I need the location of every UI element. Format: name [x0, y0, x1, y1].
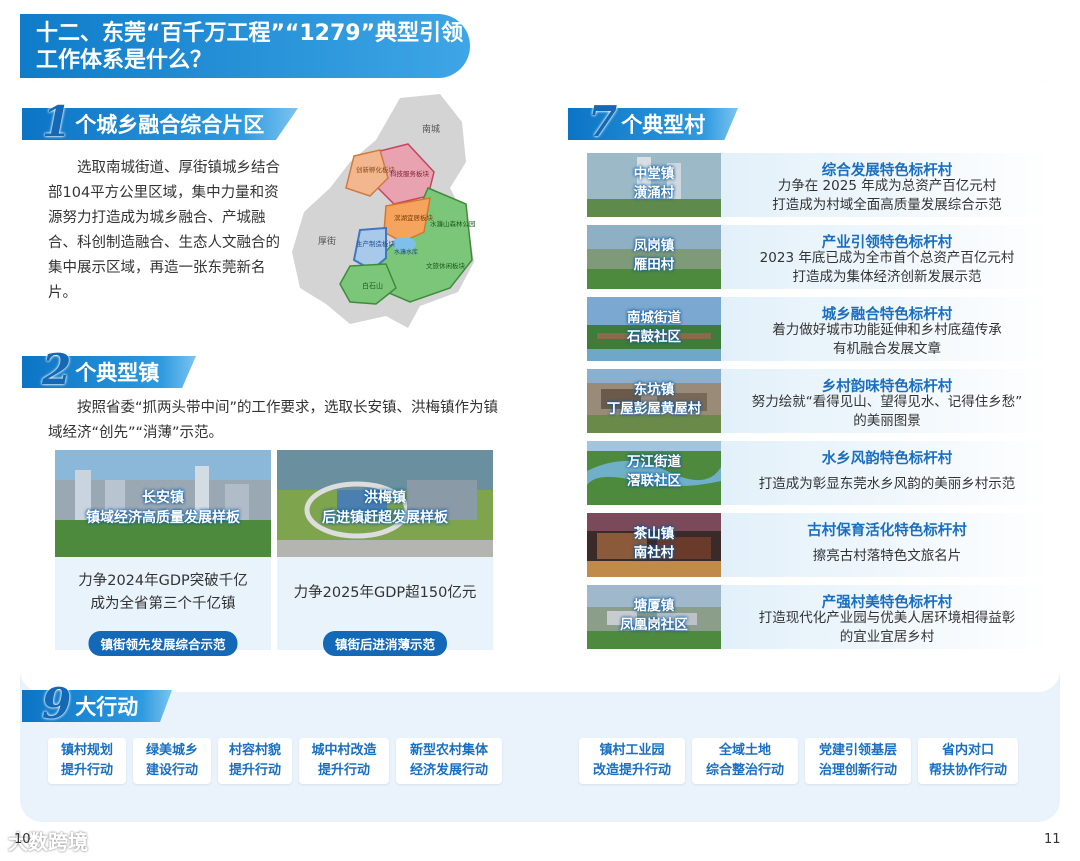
village-title: 水乡风韵特色标杆村: [821, 451, 953, 467]
section-9-title: 9 大行动: [22, 679, 172, 728]
section-1-text: 选取南城街道、厚街镇城乡结合部104平方公里区域，集中力量和资源努力打造成为城乡…: [48, 160, 280, 301]
town-name: 洪梅镇 后进镇赶超发展样板: [322, 490, 448, 526]
section-7-title: 7 个典型村: [568, 97, 738, 146]
village-description: 打造成为彰显东莞水乡风韵的美丽乡村示范: [758, 476, 1016, 492]
header-line-1: 十二、东莞“百千万工程”“1279”典型引领: [36, 21, 464, 46]
town-tag: 镇街领先发展综合示范: [88, 631, 238, 656]
map-label-zone-c: 滨湖宜居板块: [394, 213, 434, 222]
village-description: 努力绘就“看得见山、望得见水、记得住乡愁” 的美丽图景: [751, 394, 1023, 429]
section-9-label: 大行动: [75, 695, 139, 719]
map-label-zone-e: 生产制造板块: [356, 239, 396, 248]
section-1-number: 1: [42, 96, 72, 146]
section-9-number: 9: [42, 678, 72, 728]
village-name: 凤岗镇 雁田村: [633, 238, 675, 273]
village-description: 打造现代化产业园与优美人居环境相得益彰 的宜业宜居乡村: [758, 610, 1016, 645]
header-line-2: 工作体系是什么？: [36, 48, 213, 73]
action-card: 省内对口 帮扶协作行动: [918, 738, 1018, 784]
village-name: 东坑镇 丁屋彭屋黄屋村: [606, 382, 702, 417]
village-row: 凤岗镇 雁田村 产业引领特色标杆村 2023 年底已成为全市首个总资产百亿元村 打造…: [587, 225, 1053, 289]
town-description: 力争2024年GDP突破千亿 成为全省第三个千亿镇: [78, 573, 248, 612]
town-tag: 镇街后进消薄示范: [322, 631, 448, 656]
map-label-zone-h: 白石山: [362, 281, 383, 290]
map-label-zone-g: 文旅休闲板块: [426, 261, 466, 270]
section-1-label: 个城乡融合综合片区: [75, 113, 265, 137]
section-2-number: 2: [42, 344, 72, 394]
section-2-title: 2 个典型镇: [22, 345, 196, 394]
village-row: 中堂镇 潢涌村 综合发展特色标杆村 力争在 2025 年成为总资产百亿元村 打造成为…: [587, 153, 1053, 217]
action-card: 绿美城乡 建设行动: [133, 738, 211, 784]
village-name: 万江街道 滘联社区: [627, 454, 681, 489]
town-description: 力争2025年GDP超150亿元: [293, 585, 477, 601]
action-card: 新型农村集体 经济发展行动: [396, 738, 502, 784]
map-label-west: 厚街: [318, 235, 336, 247]
action-card: 镇村规划 提升行动: [48, 738, 126, 784]
map-label-zone-d: 水濂山森林公园: [430, 219, 476, 228]
section-2-text: 按照省委“抓两头带中间”的工作要求，选取长安镇、洪梅镇作为镇域经济“创先”“消薄…: [48, 400, 499, 441]
village-description: 力争在 2025 年成为总资产百亿元村 打造成为村域全面高质量发展综合示范: [772, 178, 1002, 213]
action-card: 党建引领基层 治理创新行动: [805, 738, 911, 784]
action-card: 城中村改造 提升行动: [299, 738, 389, 784]
village-name: 中堂镇 潢涌村: [633, 166, 675, 201]
section-2-label: 个典型镇: [75, 361, 160, 385]
village-row: 东坑镇 丁屋彭屋黄屋村 乡村韵味特色标杆村 努力绘就“看得见山、望得见水、记得住乡…: [587, 369, 1053, 433]
village-row: 南城街道 石鼓社区 城乡融合特色标杆村 着力做好城市功能延伸和乡村底蕴传承 有机融合…: [587, 297, 1053, 361]
page-header: 十二、东莞“百千万工程”“1279”典型引领 工作体系是什么？: [20, 14, 470, 78]
section-7-label: 个典型村: [621, 113, 706, 137]
village-description: 着力做好城市功能延伸和乡村底蕴传承 有机融合发展文章: [772, 322, 1002, 357]
action-card: 全域土地 综合整治行动: [692, 738, 798, 784]
town-card-1: 长安镇 镇域经济高质量发展样板 力争2024年GDP突破千亿 成为全省第三个千亿…: [55, 450, 271, 656]
district-map: 南城 厚街 创新孵化板块 科技服务板块 滨湖宜居板块 水濂山森林公园 生产制造板…: [292, 94, 476, 328]
section-1-title: 1 个城乡融合综合片区: [22, 97, 298, 146]
town-name: 长安镇 镇域经济高质量发展样板: [86, 490, 240, 526]
village-title: 古村保育活化特色标杆村: [807, 523, 967, 539]
map-label-zone-f: 水濂水库: [394, 248, 418, 256]
village-name: 茶山镇 南社村: [633, 526, 675, 561]
village-row: 茶山镇 南社村 古村保育活化特色标杆村 擦亮古村落特色文旅名片: [587, 513, 1053, 577]
action-card: 村容村貌 提升行动: [218, 738, 292, 784]
section-7-number: 7: [588, 96, 618, 146]
village-row: 塘厦镇 凤凰岗社区 产强村美特色标杆村 打造现代化产业园与优美人居环境相得益彰 的宜…: [587, 585, 1053, 649]
village-name: 塘厦镇 凤凰岗社区: [620, 598, 688, 633]
town-card-2: 洪梅镇 后进镇赶超发展样板 力争2025年GDP超150亿元 镇街后进消薄示范: [277, 450, 493, 656]
action-card: 镇村工业园 改造提升行动: [579, 738, 685, 784]
page-number-left: 10: [14, 832, 31, 847]
village-description: 擦亮古村落特色文旅名片: [812, 548, 962, 564]
page-number-right: 11: [1044, 832, 1061, 847]
village-name: 南城街道 石鼓社区: [627, 310, 681, 345]
village-row: 万江街道 滘联社区 水乡风韵特色标杆村 打造成为彰显东莞水乡风韵的美丽乡村示范: [587, 441, 1053, 505]
map-label-zone-b: 科技服务板块: [390, 169, 430, 178]
map-label-north: 南城: [422, 123, 440, 135]
village-description: 2023 年底已成为全市首个总资产百亿元村 打造成为集体经济创新发展示范: [759, 250, 1015, 285]
